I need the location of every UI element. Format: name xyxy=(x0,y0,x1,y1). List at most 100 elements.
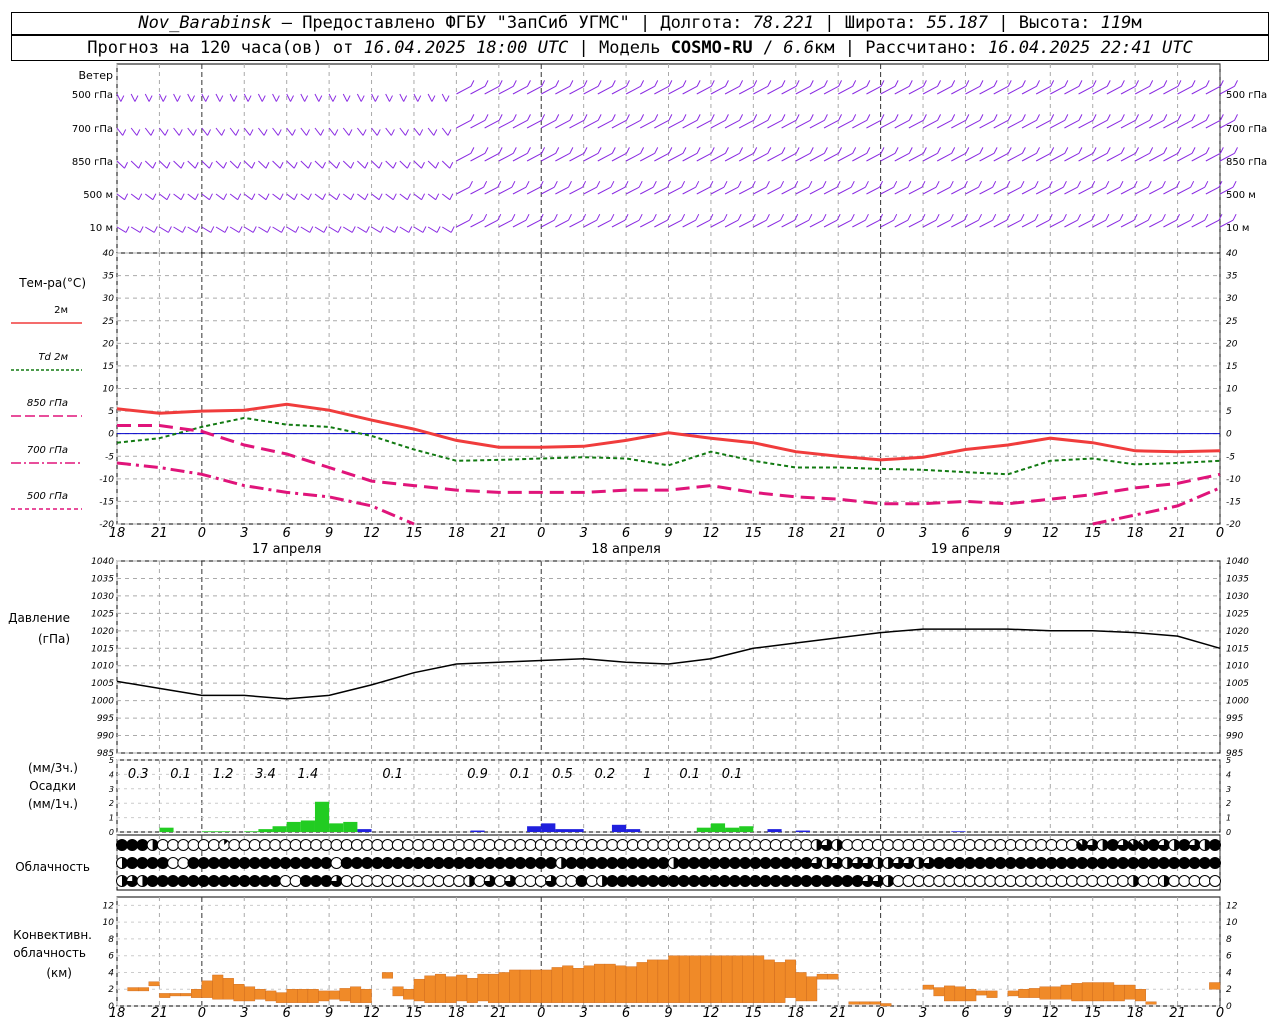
wind-barb-feather xyxy=(1078,147,1083,154)
wind-barb-feather xyxy=(823,147,828,154)
wind-barb xyxy=(1177,119,1193,129)
x-tick-label: 12 xyxy=(363,1006,380,1021)
wind-barb xyxy=(1050,119,1066,129)
x-tick-label: 0 xyxy=(1216,1006,1224,1021)
wind-barb xyxy=(300,226,311,233)
precip-bar xyxy=(795,830,810,832)
cloud-fill xyxy=(167,875,179,887)
wind-barb xyxy=(639,85,655,95)
wind-barb xyxy=(130,193,140,201)
wind-barb-feather xyxy=(610,213,615,221)
wind-barb xyxy=(1205,186,1220,195)
wind-barb xyxy=(795,152,811,162)
cloud-symbol xyxy=(912,875,925,887)
wind-barb xyxy=(258,160,267,169)
conv-bar xyxy=(445,976,457,1003)
wind-barb-feather xyxy=(350,162,355,169)
wind-barb-feather xyxy=(291,129,296,136)
wind-barb-feather xyxy=(610,180,615,188)
conv-bar xyxy=(731,955,743,1003)
precip-bar xyxy=(611,824,627,832)
wind-barb xyxy=(116,127,124,136)
x-tick-label: 6 xyxy=(283,1006,291,1021)
wind-barb-feather xyxy=(652,213,657,221)
wind-barb xyxy=(625,85,641,95)
precip-3h-total: 0.1 xyxy=(510,767,531,782)
wind-barb xyxy=(484,186,499,195)
conv-bar xyxy=(254,989,266,1000)
pressure-plot: 985 985990 990995 9951000 10001005 10051010 10… xyxy=(91,557,1249,759)
wind-barb-feather xyxy=(238,226,243,233)
wind-barb-feather xyxy=(1021,80,1026,87)
precip-bar xyxy=(725,827,740,832)
cloud-fill xyxy=(1158,857,1170,869)
wind-barb xyxy=(229,226,240,233)
wind-barb-feather xyxy=(809,80,814,87)
wind-barb xyxy=(512,85,528,95)
wind-barb-feather xyxy=(1219,80,1224,87)
cloud-symbol xyxy=(1086,875,1099,887)
wind-barb-feather xyxy=(483,180,488,188)
wind-barb xyxy=(654,219,668,228)
conv-bar xyxy=(201,980,213,998)
cloud-symbol xyxy=(330,839,343,851)
cloud-fill xyxy=(1209,857,1221,869)
conv-bar xyxy=(859,1001,871,1005)
wind-barb-feather xyxy=(568,180,572,188)
wind-barb xyxy=(187,193,196,201)
x-tick-label: 21 xyxy=(151,1006,168,1021)
pressure-unit: (гПа) xyxy=(38,632,70,646)
wind-barb xyxy=(286,226,296,233)
cloud-symbol xyxy=(1137,875,1150,887)
wind-barb xyxy=(639,219,654,228)
conv-bar xyxy=(1007,990,1019,997)
wind-barb xyxy=(583,85,599,95)
cloud-symbol xyxy=(391,875,404,887)
wind-barb-feather xyxy=(893,180,898,188)
wind-barb xyxy=(399,127,406,136)
cloud-symbol xyxy=(882,839,895,851)
x-tick-label: 21 xyxy=(151,526,168,541)
wind-barb-feather xyxy=(136,129,141,136)
cloud-symbol xyxy=(289,875,302,887)
wind-barb xyxy=(668,85,684,95)
wind-barb xyxy=(1120,152,1136,162)
precip-bar xyxy=(739,826,754,832)
wind-barb-feather xyxy=(249,129,254,136)
wind-barb xyxy=(441,127,449,136)
wind-barb xyxy=(286,127,293,136)
wind-barb-feather xyxy=(993,80,998,87)
wind-barb xyxy=(781,119,797,129)
precip-3h-total: 0.1 xyxy=(679,767,700,782)
wind-barb xyxy=(328,193,338,201)
wind-barb xyxy=(286,93,291,102)
wind-barb-feather xyxy=(435,162,440,169)
conv-bar xyxy=(169,993,181,997)
conv-bar xyxy=(424,975,436,1003)
wind-barb-feather xyxy=(922,80,927,87)
wind-barb xyxy=(512,219,527,228)
cloud-fill xyxy=(739,875,751,887)
wind-barb-feather xyxy=(194,162,199,169)
cloud-fill xyxy=(647,857,659,869)
wind-barb-feather xyxy=(138,162,143,169)
wind-barb-feather xyxy=(1020,213,1025,221)
cloud-symbol xyxy=(422,875,435,887)
wind-barb xyxy=(639,152,655,162)
wind-barb-feather xyxy=(1050,80,1055,87)
conv-bar xyxy=(456,974,468,1002)
conv-bar xyxy=(753,955,765,1003)
wind-barb xyxy=(1134,219,1149,228)
wind-barb xyxy=(866,152,882,162)
conv-bar xyxy=(975,990,987,996)
cloud-fill xyxy=(1005,857,1017,869)
wind-barb-feather xyxy=(139,226,144,233)
conv-bar xyxy=(954,986,966,1002)
cloud-fill xyxy=(422,857,434,869)
cloud-fill xyxy=(147,875,159,887)
wind-barb-feather xyxy=(279,162,284,169)
cloud-symbol xyxy=(677,839,690,851)
cloud-fill xyxy=(627,857,639,869)
wind-barb xyxy=(342,226,353,233)
wind-barb xyxy=(201,226,212,233)
